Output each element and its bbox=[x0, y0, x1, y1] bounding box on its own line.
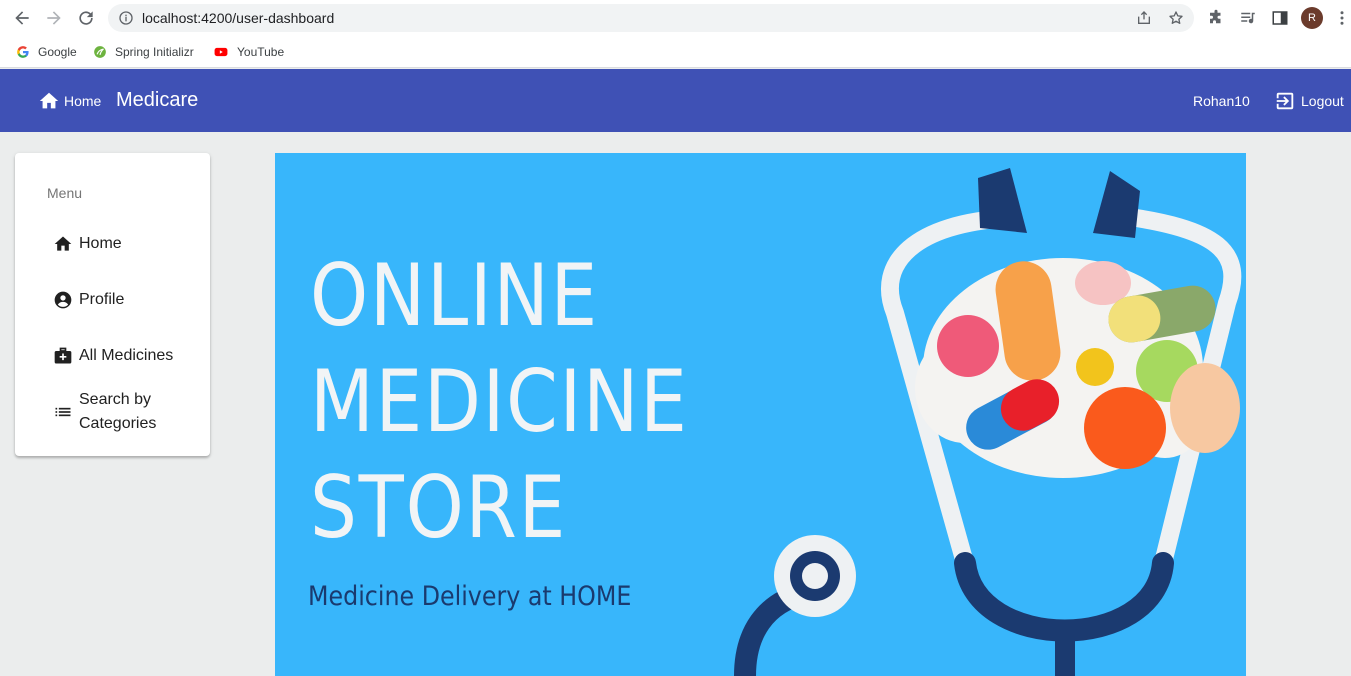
header-home-label: Home bbox=[64, 93, 102, 109]
account-circle-icon bbox=[54, 291, 72, 309]
youtube-icon bbox=[214, 47, 228, 57]
profile-avatar[interactable]: R bbox=[1301, 7, 1323, 29]
hero-title-line2: MEDICINE bbox=[310, 352, 689, 452]
header-home-link[interactable]: Home bbox=[38, 90, 101, 112]
medical-bag-icon bbox=[54, 347, 72, 364]
sidebar-item-label: All Medicines bbox=[79, 347, 174, 364]
hero-title-line1: ONLINE bbox=[310, 246, 599, 346]
hero-banner: ONLINE MEDICINE STORE Medicine Delivery … bbox=[275, 153, 1246, 676]
hero-title-line3: STORE bbox=[310, 458, 568, 558]
browser-toolbar: localhost:4200/user-dashboard R bbox=[0, 0, 1351, 36]
reading-list-icon[interactable] bbox=[1239, 9, 1257, 27]
logout-label: Logout bbox=[1301, 93, 1344, 109]
bookmark-label: YouTube bbox=[237, 45, 285, 59]
sidebar-item-home[interactable]: Home bbox=[53, 234, 122, 254]
more-menu-icon[interactable] bbox=[1335, 9, 1349, 27]
bookmark-spring-initializr[interactable]: Spring Initializr bbox=[93, 42, 194, 62]
bookmark-label: Google bbox=[38, 45, 77, 59]
sidebar-item-profile[interactable]: Profile bbox=[53, 290, 124, 310]
bookmark-star-icon[interactable] bbox=[1168, 10, 1184, 26]
brand-title[interactable]: Medicare bbox=[116, 89, 198, 112]
sidebar-item-label-line1: Search by bbox=[79, 391, 152, 408]
list-icon bbox=[55, 407, 71, 417]
sidebar-item-all-medicines[interactable]: All Medicines bbox=[53, 346, 173, 366]
back-icon[interactable] bbox=[12, 8, 32, 28]
home-icon bbox=[54, 236, 72, 251]
bookmark-youtube[interactable]: YouTube bbox=[213, 42, 284, 62]
logout-button[interactable]: Logout bbox=[1274, 90, 1344, 112]
spring-icon bbox=[94, 46, 106, 58]
sidebar-item-label: Search by Categories bbox=[79, 388, 156, 436]
logout-icon bbox=[1276, 92, 1294, 110]
sidebar-item-label-line2: Categories bbox=[79, 415, 157, 432]
bookmark-google[interactable]: Google bbox=[16, 42, 77, 62]
home-icon bbox=[39, 92, 59, 109]
sidebar-menu: Menu Home Profile All Medicines Search b… bbox=[15, 153, 210, 456]
share-icon[interactable] bbox=[1136, 10, 1152, 26]
reload-icon[interactable] bbox=[76, 8, 96, 28]
sidebar-item-label: Profile bbox=[79, 291, 125, 308]
bookmark-label: Spring Initializr bbox=[115, 45, 194, 59]
url-text: localhost:4200/user-dashboard bbox=[142, 10, 335, 26]
hero-subtitle: Medicine Delivery at HOME bbox=[308, 581, 632, 612]
menu-title: Menu bbox=[47, 185, 83, 201]
address-bar[interactable]: localhost:4200/user-dashboard bbox=[108, 4, 1194, 32]
google-icon bbox=[17, 46, 29, 58]
forward-icon[interactable] bbox=[44, 8, 64, 28]
extensions-icon[interactable] bbox=[1207, 9, 1225, 27]
sidebar-item-label: Home bbox=[79, 235, 122, 252]
username-link[interactable]: Rohan10 bbox=[1193, 93, 1250, 109]
bookmarks-bar: Google Spring Initializr YouTube bbox=[0, 36, 1351, 68]
app-header: Home Medicare Rohan10 Logout bbox=[0, 69, 1351, 132]
side-panel-icon[interactable] bbox=[1271, 9, 1289, 27]
site-info-icon[interactable] bbox=[118, 10, 134, 26]
sidebar-item-search-by-categories[interactable]: Search by Categories bbox=[53, 388, 156, 436]
